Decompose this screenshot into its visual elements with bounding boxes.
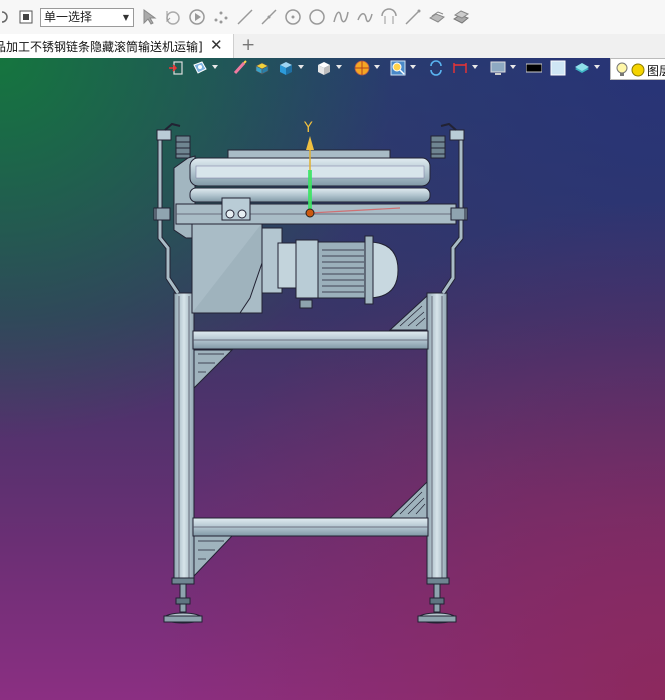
spline-icon[interactable] [332, 8, 350, 26]
point-icon[interactable] [212, 8, 230, 26]
document-tab[interactable]: 品加工不锈钢链条隐藏滚筒输送机运输] ✕ [0, 34, 234, 58]
new-tab-button[interactable]: + [241, 35, 255, 55]
leg-left [173, 292, 195, 584]
drive-motor [295, 235, 399, 309]
surface-icon[interactable] [428, 8, 446, 26]
select-cursor-icon[interactable] [140, 8, 158, 26]
sprocket-right [430, 135, 446, 159]
arc-icon[interactable] [380, 8, 398, 26]
redo-icon[interactable] [0, 10, 10, 24]
line-icon[interactable] [236, 8, 254, 26]
curve-icon[interactable] [356, 8, 374, 26]
conveyor-model[interactable]: Y [0, 58, 665, 700]
play-icon[interactable] [188, 8, 206, 26]
stop-icon[interactable] [18, 9, 34, 25]
document-tab-title: 品加工不锈钢链条隐藏滚筒输送机运输] [0, 40, 203, 54]
sprocket-left [175, 135, 191, 159]
pen-icon[interactable] [404, 8, 422, 26]
3d-viewport[interactable]: 图层 [0, 58, 665, 700]
leg-right [426, 292, 448, 584]
selection-mode-value: 单一选择 [44, 10, 93, 24]
select-cursor-alt-icon[interactable] [163, 8, 181, 26]
circle-center-icon[interactable] [284, 8, 302, 26]
document-tab-bar: 品加工不锈钢链条隐藏滚筒输送机运输] ✕ + [0, 34, 665, 59]
crossbar-lower [192, 517, 429, 537]
crossbar-upper [192, 330, 429, 350]
foot-right [417, 577, 457, 624]
main-toolbar: 单一选择 ▼ [0, 0, 665, 35]
circle-icon[interactable] [308, 8, 326, 26]
chevron-down-icon: ▼ [122, 13, 129, 22]
foot-left [163, 577, 203, 624]
y-axis-label: Y [303, 120, 313, 136]
surface-alt-icon[interactable] [452, 8, 470, 26]
selection-mode-dropdown[interactable]: 单一选择 ▼ [40, 8, 134, 27]
line-alt-icon[interactable] [260, 8, 278, 26]
close-tab-button[interactable]: ✕ [210, 36, 223, 54]
